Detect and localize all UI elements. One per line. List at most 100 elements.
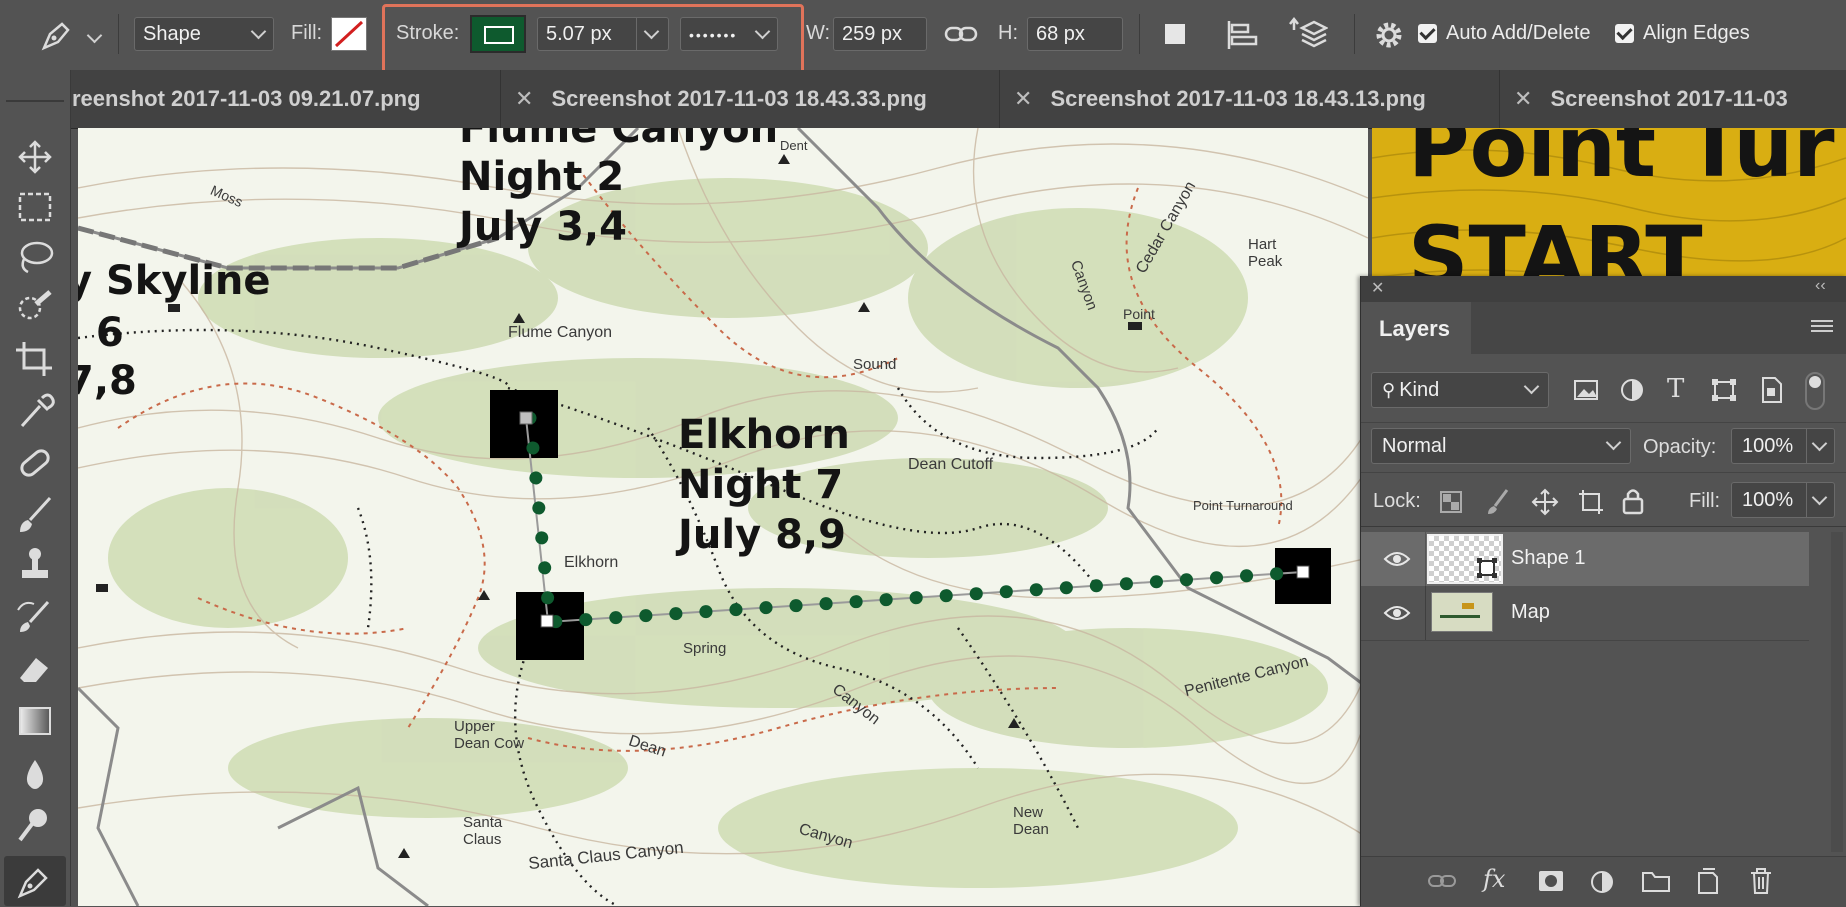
close-icon[interactable]: ✕ (1014, 86, 1032, 111)
panel-menu-icon[interactable] (1811, 320, 1833, 334)
path-operations-icon[interactable] (1165, 24, 1185, 44)
tab-document-2[interactable]: ✕ Screenshot 2017-11-03 18.43.33.png (501, 70, 1000, 128)
tool-preset-chevron-icon[interactable] (86, 27, 103, 44)
tab-document-1[interactable]: reenshot 2017-11-03 09.21.07.png (72, 70, 501, 128)
fill-field[interactable]: 100% (1731, 482, 1835, 518)
path-arrangement-icon[interactable] (1288, 16, 1328, 52)
tab-document-3[interactable]: ✕ Screenshot 2017-11-03 18.43.13.png (1000, 70, 1500, 128)
gear-icon[interactable] (1372, 18, 1406, 52)
filter-toggle[interactable] (1805, 372, 1825, 410)
eraser-tool-icon[interactable] (12, 648, 58, 690)
align-edges-label: Align Edges (1643, 22, 1750, 44)
toolbox (0, 70, 71, 906)
healing-brush-tool-icon[interactable] (12, 442, 58, 484)
thumb-detail (1462, 603, 1474, 609)
layers-scrollbar[interactable] (1831, 532, 1843, 852)
divider (1806, 483, 1807, 517)
search-icon: ⚲ (1382, 380, 1396, 400)
opacity-field[interactable]: 100% (1731, 428, 1835, 464)
link-icon[interactable] (944, 22, 978, 46)
filter-type-icon[interactable]: T (1667, 374, 1684, 404)
close-icon[interactable]: ✕ (515, 86, 533, 111)
add-mask-icon[interactable] (1537, 869, 1565, 893)
visibility-eye-icon[interactable] (1383, 549, 1411, 569)
stroke-type-dropdown[interactable]: ••••••• (680, 17, 778, 51)
fx-icon[interactable]: fx (1483, 865, 1505, 893)
lock-all-icon[interactable] (1621, 486, 1645, 516)
history-brush-tool-icon[interactable] (12, 596, 58, 638)
new-layer-icon[interactable] (1695, 867, 1721, 895)
map-label-elkhorn: Elkhorn (678, 412, 850, 458)
close-icon[interactable]: ✕ (1514, 86, 1532, 111)
lock-position-icon[interactable] (1531, 488, 1559, 516)
pen-tool-icon[interactable] (12, 860, 58, 902)
tab-document-4[interactable]: ✕ Screenshot 2017-11-03 (1500, 70, 1846, 128)
trash-icon[interactable] (1749, 867, 1773, 895)
auto-add-delete-checkbox[interactable] (1418, 24, 1437, 43)
filter-smart-object-icon[interactable] (1759, 376, 1783, 404)
stroke-swatch-inner (484, 26, 514, 44)
layer-thumbnail-map (1431, 592, 1493, 632)
stroke-width-value: 5.07 px (546, 23, 612, 45)
quick-selection-tool-icon[interactable] (12, 286, 58, 328)
align-edges-checkbox[interactable] (1615, 24, 1634, 43)
lock-image-pixels-icon[interactable] (1485, 488, 1511, 516)
filter-kind-dropdown[interactable]: ⚲ Kind (1371, 372, 1549, 408)
width-value: 259 px (842, 23, 903, 45)
crop-tool-icon[interactable] (12, 338, 58, 380)
adjustment-layer-icon[interactable] (1589, 869, 1615, 895)
chevron-down-icon (1523, 378, 1540, 395)
divider (1806, 429, 1807, 463)
filter-kind-value: Kind (1399, 379, 1440, 401)
tab-layers[interactable]: Layers (1361, 302, 1472, 354)
link-layers-icon[interactable] (1427, 871, 1457, 891)
chevron-down-icon[interactable] (1811, 489, 1828, 506)
map-label-night-7: Night 7 (678, 462, 844, 508)
gradient-tool-icon[interactable] (12, 700, 58, 742)
filter-toggle-knob (1809, 376, 1821, 388)
clone-stamp-tool-icon[interactable] (12, 544, 58, 586)
map-label-july-3-4: July 3,4 (459, 204, 627, 250)
map-label-july-8-9: July 8,9 (678, 512, 846, 558)
start-inset-image: Point Tur START (1372, 128, 1846, 288)
document-canvas[interactable]: Flume Canyon Elkhorn Dean Cutoff Cedar C… (78, 128, 1368, 906)
move-tool-icon[interactable] (12, 136, 58, 178)
eyedropper-tool-icon[interactable] (12, 390, 58, 432)
document-tab-bar: » reenshot 2017-11-03 09.21.07.png ✕Scre… (0, 69, 1846, 129)
lasso-tool-icon[interactable] (12, 236, 58, 278)
filter-shape-icon[interactable] (1711, 378, 1737, 402)
new-group-icon[interactable] (1641, 869, 1671, 893)
height-field[interactable]: 68 px (1027, 17, 1123, 51)
path-alignment-icon[interactable] (1226, 18, 1260, 52)
height-label: H: (998, 22, 1018, 44)
stroke-color-swatch[interactable] (470, 15, 526, 53)
filter-adjustment-icon[interactable] (1619, 378, 1645, 402)
width-field[interactable]: 259 px (833, 17, 927, 51)
visibility-eye-icon[interactable] (1383, 603, 1411, 623)
lock-artboard-icon[interactable] (1577, 488, 1605, 516)
brush-tool-icon[interactable] (12, 494, 58, 536)
mode-dropdown[interactable]: Shape (134, 17, 274, 51)
chevron-down-icon[interactable] (643, 23, 660, 40)
layer-thumbnail (1427, 534, 1503, 584)
filter-pixel-icon[interactable] (1573, 378, 1599, 402)
blur-tool-icon[interactable] (12, 754, 58, 796)
fill-swatch[interactable] (331, 17, 367, 51)
pen-tool-preset-icon[interactable] (38, 18, 74, 52)
stroke-width-field[interactable]: 5.07 px (537, 17, 669, 51)
chevron-down-icon (250, 23, 267, 40)
tab-label: Screenshot 2017-11-03 (1550, 86, 1788, 111)
layer-row-map[interactable]: Map (1361, 586, 1809, 641)
close-panel-icon[interactable]: ✕ (1371, 278, 1384, 298)
chevron-down-icon[interactable] (1811, 435, 1828, 452)
chevron-down-icon (1605, 434, 1622, 451)
divider (1361, 422, 1846, 423)
auto-add-delete-label: Auto Add/Delete (1446, 22, 1591, 44)
options-bar: Shape Fill: Stroke: 5.07 px ••••••• W: 2… (0, 0, 1846, 74)
collapse-panel-icon[interactable]: ‹‹ (1815, 277, 1826, 295)
layer-row-shape-1[interactable]: Shape 1 (1361, 532, 1809, 587)
blend-mode-dropdown[interactable]: Normal (1371, 428, 1631, 464)
marquee-tool-icon[interactable] (12, 186, 58, 228)
lock-transparent-pixels-icon[interactable] (1439, 490, 1463, 514)
dodge-tool-icon[interactable] (12, 804, 58, 846)
